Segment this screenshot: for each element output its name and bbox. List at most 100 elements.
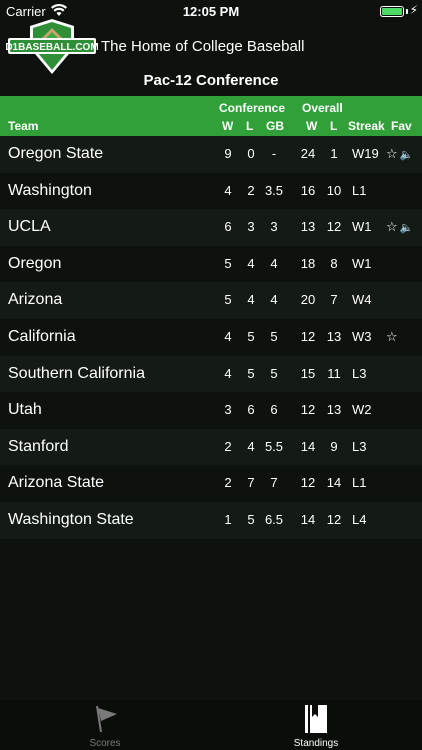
team-name: Washington: [8, 181, 92, 199]
overall-wins-column-header[interactable]: W: [306, 119, 317, 133]
standings-row[interactable]: Stanford 2 4 5.5 14 9 L3: [0, 428, 422, 466]
team-name: Southern California: [8, 364, 145, 382]
conf-losses: 3: [247, 219, 255, 235]
conf-wins: 4: [224, 328, 232, 344]
team-column-header[interactable]: Team: [8, 119, 38, 133]
tab-scores[interactable]: Scores: [75, 704, 135, 750]
overall-wins: 12: [300, 475, 316, 491]
games-back: 4: [270, 255, 278, 271]
conf-losses: 5: [247, 511, 255, 527]
standings-row[interactable]: Southern California 4 5 5 15 11 L3: [0, 355, 422, 393]
overall-losses: 11: [327, 365, 341, 381]
overall-losses: 1: [330, 146, 338, 161]
fav-cell: [386, 173, 388, 210]
streak: L1: [352, 475, 367, 491]
conf-wins: 2: [224, 438, 232, 454]
overall-losses: 14: [326, 475, 342, 491]
overall-losses-column-header[interactable]: L: [330, 119, 337, 133]
favorite-star-icon[interactable]: ☆: [386, 209, 398, 246]
logo-text: D1BASEBALL.COM: [6, 42, 98, 53]
overall-losses: 13: [326, 328, 342, 344]
fav-column-header: Fav: [391, 119, 412, 133]
conf-wins: 5: [224, 255, 232, 271]
standings-row[interactable]: Washington State 1 5 6.5 14 12 L4: [0, 501, 422, 539]
conf-losses-column-header[interactable]: L: [246, 119, 253, 133]
standings-row[interactable]: UCLA 6 3 3 13 12 W1 ☆ 🔈: [0, 209, 422, 246]
conf-losses: 0: [247, 146, 255, 161]
overall-losses: 12: [326, 511, 342, 527]
games-back: 6.5: [264, 511, 284, 527]
speaker-icon[interactable]: 🔈: [400, 137, 414, 174]
overall-wins: 14: [300, 438, 316, 454]
games-back: 5.5: [264, 438, 284, 454]
standings-row[interactable]: Oregon State 9 0 - 24 1 W19 ☆ 🔈: [0, 136, 422, 173]
conf-losses: 4: [247, 292, 255, 308]
games-back-column-header[interactable]: GB: [266, 119, 284, 133]
overall-losses: 7: [330, 292, 338, 308]
standings-icon: [305, 705, 327, 733]
overall-losses: 13: [326, 402, 342, 418]
team-name: Arizona State: [8, 474, 105, 492]
streak: W19: [352, 146, 379, 161]
tagline: The Home of College Baseball: [101, 38, 305, 55]
fav-cell: [386, 392, 388, 429]
conf-losses: 6: [247, 402, 255, 418]
streak: W1: [352, 255, 372, 271]
conf-wins: 9: [224, 146, 232, 161]
fav-cell: [386, 429, 388, 466]
conf-wins-column-header[interactable]: W: [222, 119, 233, 133]
streak: W3: [352, 328, 372, 344]
overall-wins: 14: [300, 511, 316, 527]
speaker-icon[interactable]: 🔈: [400, 210, 414, 247]
fav-cell: ☆: [386, 319, 400, 356]
tab-standings[interactable]: Standings: [285, 704, 347, 750]
fav-cell: [386, 465, 388, 502]
team-name: Stanford: [8, 437, 69, 455]
battery-fill: [382, 8, 402, 15]
standings-row[interactable]: Arizona State 2 7 7 12 14 L1: [0, 465, 422, 502]
streak-column-header[interactable]: Streak: [348, 119, 385, 133]
overall-losses: 9: [330, 438, 338, 454]
overall-wins: 13: [300, 219, 316, 235]
standings-row[interactable]: Arizona 5 4 4 20 7 W4: [0, 282, 422, 319]
streak: L3: [352, 438, 367, 454]
conf-losses: 5: [247, 365, 255, 381]
standings-row[interactable]: Oregon 5 4 4 18 8 W1: [0, 245, 422, 283]
standings-table: Oregon State 9 0 - 24 1 W19 ☆ 🔈 Washingto…: [0, 136, 422, 539]
streak: W4: [352, 292, 372, 308]
d1baseball-logo[interactable]: D1BASEBALL.COM: [6, 18, 98, 76]
favorite-star-icon[interactable]: ☆: [386, 136, 398, 173]
fav-cell: [386, 282, 388, 319]
conf-wins: 4: [224, 182, 232, 198]
conf-wins: 1: [224, 511, 232, 527]
standings-column-header: Conference Overall Team W L GB W L Strea…: [0, 96, 422, 136]
games-back: 3.5: [264, 182, 284, 198]
overall-wins: 12: [300, 402, 316, 418]
games-back: -: [271, 146, 277, 161]
team-name: Oregon: [8, 254, 62, 272]
standings-row[interactable]: Washington 4 2 3.5 16 10 L1: [0, 172, 422, 210]
conf-wins: 2: [224, 475, 232, 491]
tab-bar: Scores Standings: [0, 700, 422, 750]
conf-wins: 3: [224, 402, 232, 418]
team-name: Arizona: [8, 291, 63, 309]
conf-wins: 4: [224, 365, 232, 381]
team-name: Washington State: [8, 510, 134, 528]
favorite-star-icon[interactable]: ☆: [386, 319, 398, 356]
streak: L3: [352, 365, 367, 381]
streak: W2: [352, 402, 372, 418]
conf-losses: 4: [247, 438, 255, 454]
charging-icon: ⚡: [409, 3, 418, 17]
streak: L1: [352, 182, 367, 198]
standings-row[interactable]: Utah 3 6 6 12 13 W2: [0, 392, 422, 429]
games-back: 7: [270, 475, 278, 491]
fav-cell: ☆ 🔈: [386, 209, 413, 247]
conference-group-label: Conference: [219, 101, 286, 115]
clock: 12:05 PM: [182, 4, 240, 19]
overall-losses: 8: [330, 255, 338, 271]
standings-row[interactable]: California 4 5 5 12 13 W3 ☆: [0, 318, 422, 356]
conf-wins: 5: [224, 292, 232, 308]
games-back: 5: [270, 328, 278, 344]
overall-wins: 24: [300, 146, 316, 161]
games-back: 6: [270, 402, 278, 418]
